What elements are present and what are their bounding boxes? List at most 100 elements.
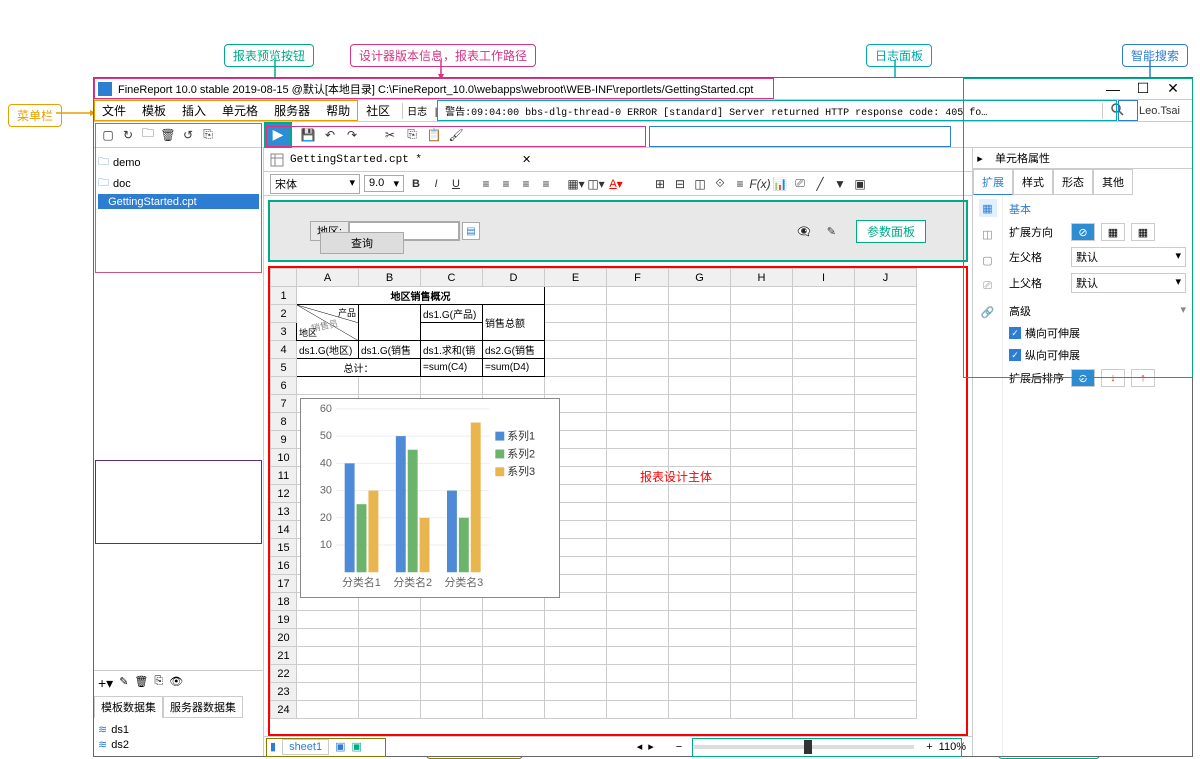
doc-close-icon[interactable]: ✕ — [522, 153, 531, 166]
copy-dataset-icon[interactable]: ⎘ — [154, 675, 163, 692]
zoom-slider[interactable] — [694, 745, 914, 749]
folder-icon[interactable]: 🗀 — [140, 127, 156, 143]
new-icon[interactable]: ▢ — [100, 127, 116, 143]
expand-none-button[interactable]: ⊘ — [1071, 223, 1095, 241]
menu-item[interactable]: 社区 — [358, 102, 398, 119]
sort-none-button[interactable]: ⊘ — [1071, 369, 1095, 387]
locate-icon[interactable]: ⎘ — [200, 127, 216, 143]
fx-icon[interactable]: F(x) — [752, 176, 768, 192]
fontsize-selector[interactable]: 9.0▾ — [364, 175, 404, 192]
sheet-menu-icon[interactable]: ▣ — [335, 740, 345, 753]
float-icon[interactable]: ≡ — [732, 176, 748, 192]
zoom-out-icon[interactable]: − — [676, 741, 682, 753]
query-button[interactable]: 查询 — [320, 232, 404, 254]
expand-h-button[interactable]: ▦ — [1101, 223, 1125, 241]
underline-icon[interactable]: U — [448, 176, 464, 192]
grid-area[interactable]: ABCDEFGHIJ1地区销售概况2产品销售员地区ds1.G(产品)销售总额34… — [268, 266, 968, 736]
prop-link-icon[interactable]: 🔗 — [979, 303, 997, 321]
save-icon[interactable]: 💾 — [300, 127, 316, 143]
align-right-icon[interactable]: ≡ — [518, 176, 534, 192]
line-icon[interactable]: ╱ — [812, 176, 828, 192]
expand-v-button[interactable]: ▦ — [1131, 223, 1155, 241]
scroll-left-icon[interactable]: ◂ — [637, 740, 643, 753]
h-extend-check[interactable]: ✓ — [1009, 327, 1021, 339]
dataset-item[interactable]: ≋ ds1 — [98, 722, 259, 737]
menu-item[interactable]: 文件 — [94, 102, 134, 119]
maximize-button[interactable]: ☐ — [1128, 80, 1158, 97]
embedded-chart[interactable]: 102030405060分类名1分类名2分类名3系列1系列2系列3 — [300, 398, 560, 598]
merge-icon[interactable]: ⊞ — [652, 176, 668, 192]
edit-icon[interactable]: ✎ — [827, 225, 836, 238]
prop-tab[interactable]: 样式 — [1013, 169, 1053, 195]
group-icon[interactable]: ▣ — [852, 176, 868, 192]
ds-tab[interactable]: 模板数据集 — [94, 696, 163, 718]
search-button[interactable] — [1107, 102, 1127, 119]
menu-item[interactable]: 插入 — [174, 102, 214, 119]
open-icon[interactable]: ↻ — [120, 127, 136, 143]
zoom-in-icon[interactable]: + — [926, 741, 932, 753]
prop-basic-icon[interactable]: ▦ — [979, 199, 997, 217]
delete-icon[interactable]: 🗑 — [160, 127, 176, 143]
prop-other-icon[interactable]: ▢ — [979, 251, 997, 269]
v-extend-check[interactable]: ✓ — [1009, 349, 1021, 361]
align-left-icon[interactable]: ≡ — [478, 176, 494, 192]
cut-icon[interactable]: ✂ — [382, 127, 398, 143]
log-panel[interactable]: 日志 | 警告:09:04:00 bbs-dlg-thread-0 ERROR … — [402, 103, 1103, 119]
sort-desc-button[interactable]: ↑ — [1131, 369, 1155, 387]
sheet-add-icon[interactable]: ▮ — [270, 740, 276, 753]
collapse-icon[interactable]: ▸ — [973, 152, 987, 165]
report-file-tree[interactable]: 🗀demo🗀doc▮GettingStarted.cpt — [94, 148, 263, 670]
refresh-icon[interactable]: ↺ — [180, 127, 196, 143]
close-button[interactable]: ✕ — [1158, 80, 1188, 97]
edit-dataset-icon[interactable]: ✎ — [119, 675, 128, 692]
left-parent-select[interactable]: 默认▾ — [1071, 247, 1186, 267]
sort-asc-button[interactable]: ↓ — [1101, 369, 1125, 387]
hide-icon[interactable]: 👁‍🗨 — [797, 225, 811, 238]
format-brush-icon[interactable]: 🖌 — [448, 127, 464, 143]
valign-icon[interactable]: ≡ — [538, 176, 554, 192]
filter-icon[interactable]: ▼ — [832, 176, 848, 192]
textcolor-icon[interactable]: A▾ — [608, 176, 624, 192]
format-icon[interactable]: ⟐ — [712, 176, 728, 192]
tree-item[interactable]: ▮GettingStarted.cpt — [98, 194, 259, 209]
doc-tab[interactable]: GettingStarted.cpt * — [290, 154, 422, 166]
minimize-button[interactable]: — — [1098, 81, 1128, 97]
preview-dataset-icon[interactable]: 👁 — [169, 675, 183, 692]
scroll-right-icon[interactable]: ▸ — [648, 740, 654, 753]
menu-item[interactable]: 单元格 — [214, 102, 266, 119]
param-dropdown-icon[interactable]: ▤ — [462, 222, 480, 240]
italic-icon[interactable]: I — [428, 176, 444, 192]
tree-item[interactable]: 🗀doc — [98, 173, 259, 194]
prop-attr-icon[interactable]: ⎚ — [979, 277, 997, 295]
add-dataset-icon[interactable]: +▾ — [98, 675, 113, 692]
menu-item[interactable]: 服务器 — [266, 102, 318, 119]
sheet-tab[interactable]: sheet1 — [282, 739, 329, 755]
menu-item[interactable]: 帮助 — [318, 102, 358, 119]
copy-icon[interactable]: ⎘ — [404, 127, 420, 143]
parameter-panel[interactable]: 地区: ▤ 查询 👁‍🗨 ✎ 参数面板 — [268, 200, 968, 262]
prop-tab[interactable]: 其他 — [1093, 169, 1133, 195]
ds-tab[interactable]: 服务器数据集 — [163, 696, 243, 718]
prop-bounds-icon[interactable]: ◫ — [979, 225, 997, 243]
up-parent-select[interactable]: 默认▾ — [1071, 273, 1186, 293]
para-icon[interactable]: ⎚ — [792, 176, 808, 192]
dataset-item[interactable]: ≋ ds2 — [98, 737, 259, 752]
bgcolor-icon[interactable]: ◫▾ — [588, 176, 604, 192]
tree-item[interactable]: 🗀demo — [98, 152, 259, 173]
delete-dataset-icon[interactable]: 🗑 — [134, 675, 148, 692]
prop-tab[interactable]: 扩展 — [973, 169, 1013, 195]
cell-style-icon[interactable]: ◫ — [692, 176, 708, 192]
paste-icon[interactable]: 📋 — [426, 127, 442, 143]
unmerge-icon[interactable]: ⊟ — [672, 176, 688, 192]
redo-icon[interactable]: ↷ — [344, 127, 360, 143]
menu-item[interactable]: 模板 — [134, 102, 174, 119]
border-icon[interactable]: ▦▾ — [568, 176, 584, 192]
align-center-icon[interactable]: ≡ — [498, 176, 514, 192]
prop-tab[interactable]: 形态 — [1053, 169, 1093, 195]
sheet-arrange-icon[interactable]: ▣ — [352, 740, 362, 753]
undo-icon[interactable]: ↶ — [322, 127, 338, 143]
preview-button[interactable]: ▶ — [264, 122, 292, 148]
font-selector[interactable]: 宋体▾ — [270, 174, 360, 194]
bold-icon[interactable]: B — [408, 176, 424, 192]
advanced-section[interactable]: 高级 — [1009, 303, 1031, 319]
